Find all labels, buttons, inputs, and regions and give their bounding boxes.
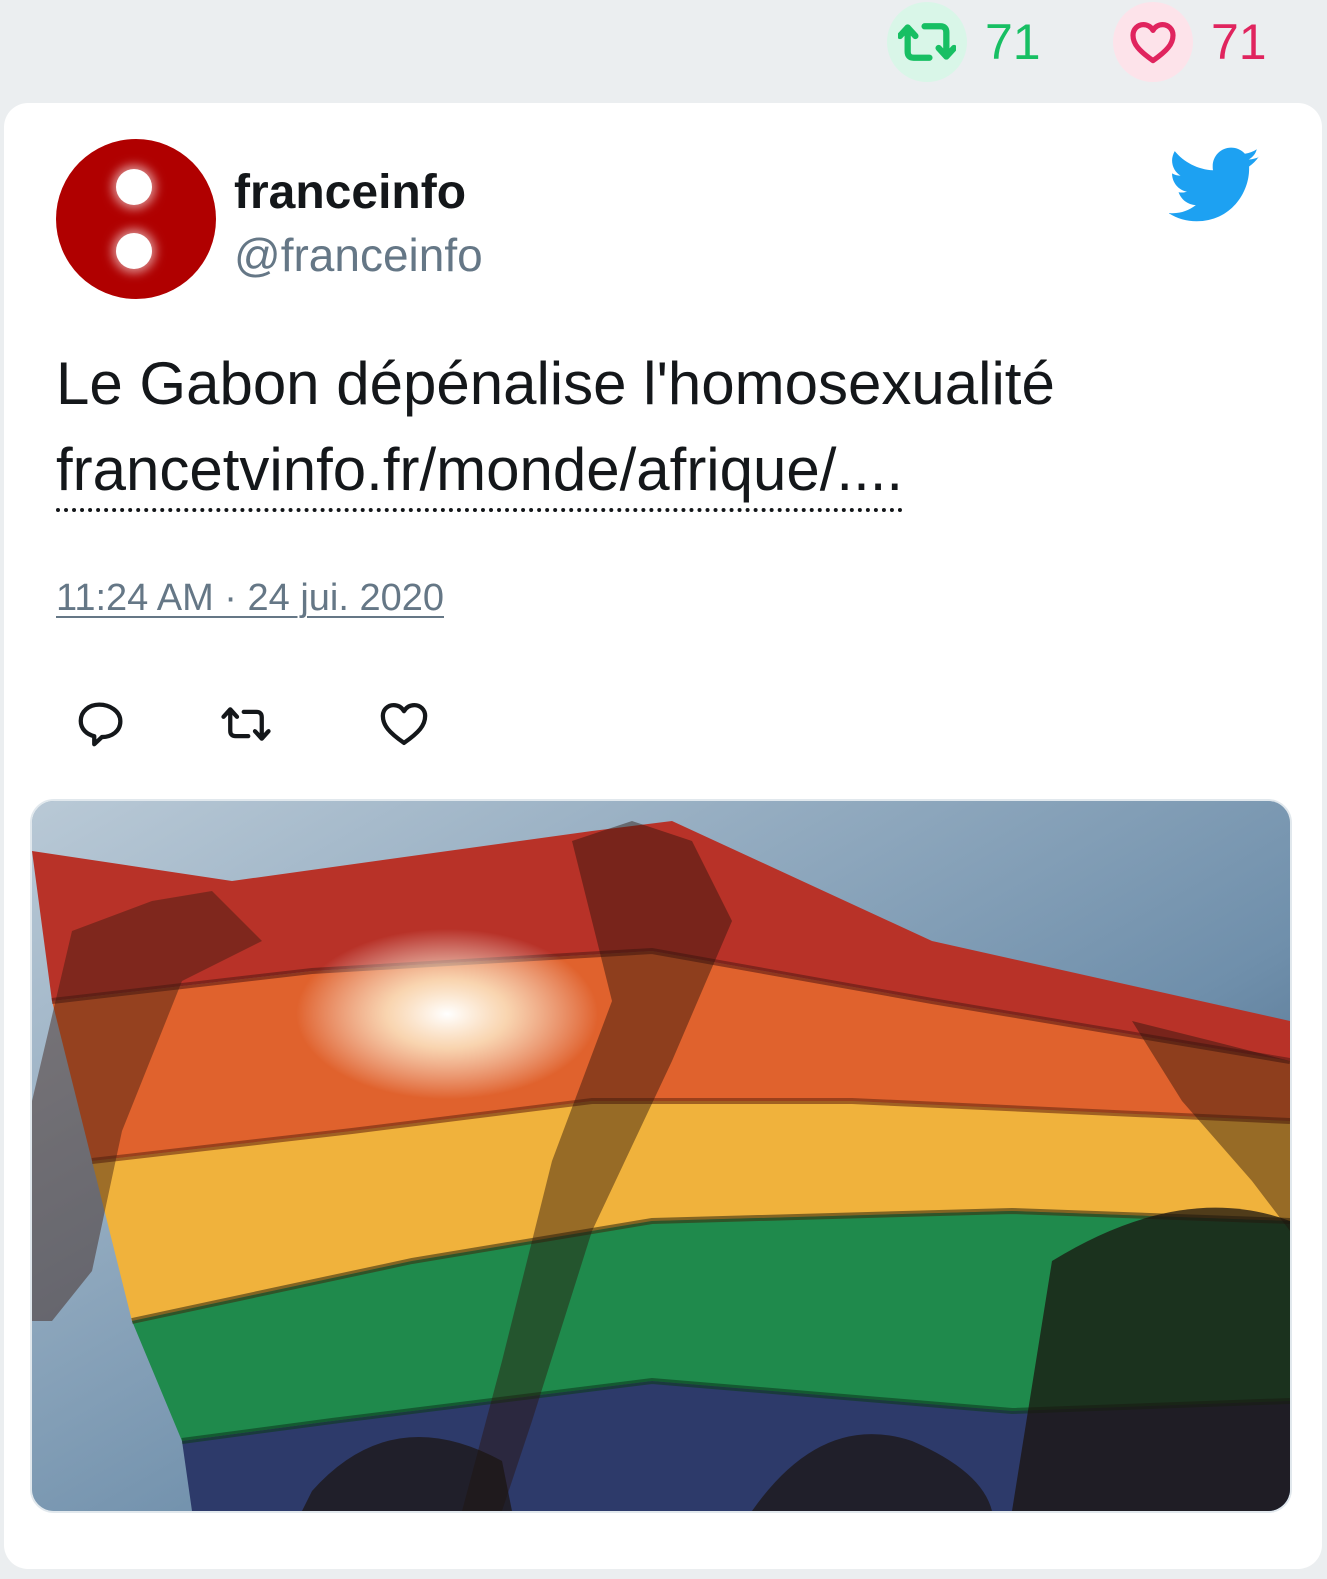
like-count: 71 bbox=[1211, 14, 1267, 70]
retweet-icon[interactable] bbox=[887, 2, 967, 82]
like-stat[interactable]: 71 bbox=[1113, 2, 1267, 82]
tweet-card: franceinfo @franceinfo Le Gabon dépénali… bbox=[4, 103, 1322, 1569]
tweet-timestamp[interactable]: 11:24 AM · 24 jui. 2020 bbox=[56, 577, 444, 620]
avatar-dot-top bbox=[116, 169, 152, 205]
like-icon[interactable] bbox=[377, 697, 431, 751]
author-name[interactable]: franceinfo bbox=[234, 165, 466, 220]
heart-icon[interactable] bbox=[1113, 2, 1193, 82]
retweet-stat[interactable]: 71 bbox=[887, 2, 1041, 82]
twitter-bird-icon[interactable] bbox=[1169, 147, 1261, 225]
tweet-text: Le Gabon dépénalise l'homosexualité bbox=[56, 350, 1055, 417]
avatar-dot-bottom bbox=[116, 233, 152, 269]
avatar[interactable] bbox=[56, 139, 216, 299]
retweet-icon[interactable] bbox=[219, 697, 273, 751]
engagement-bar: 71 71 bbox=[0, 0, 1327, 100]
tweet-media-image[interactable] bbox=[30, 799, 1292, 1513]
reply-icon[interactable] bbox=[74, 697, 128, 751]
tweet-link[interactable]: francetvinfo.fr/monde/afrique/.... bbox=[56, 438, 904, 512]
rainbow-flag-photo bbox=[32, 801, 1290, 1511]
tweet-body: Le Gabon dépénalise l'homosexualité fran… bbox=[56, 341, 1055, 513]
retweet-count: 71 bbox=[985, 14, 1041, 70]
author-handle[interactable]: @franceinfo bbox=[234, 228, 483, 282]
